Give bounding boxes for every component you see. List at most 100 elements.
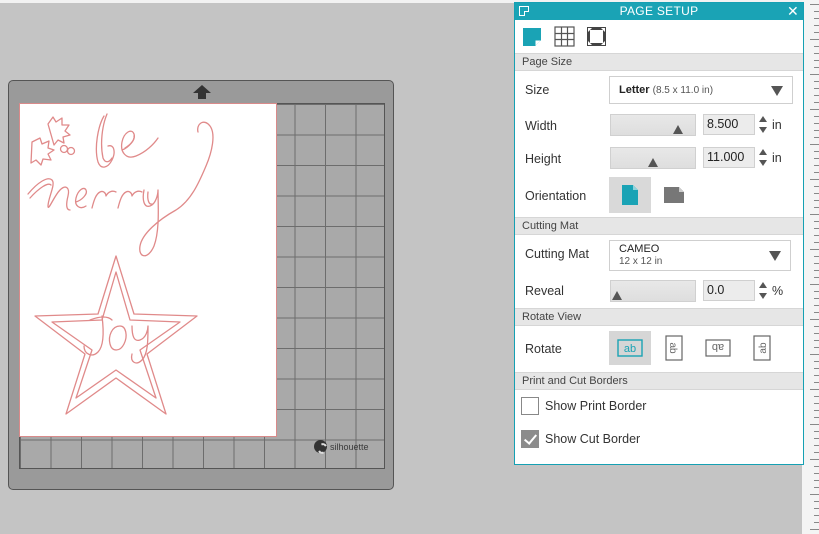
print-border-checkbox[interactable] <box>521 397 539 415</box>
chevron-down-icon <box>769 251 781 261</box>
ruler-tick <box>814 137 819 138</box>
width-stepper[interactable] <box>759 114 767 135</box>
height-input[interactable]: 11.000 <box>703 147 755 168</box>
close-icon[interactable]: ✕ <box>787 3 799 20</box>
stepper-up-icon[interactable] <box>759 282 767 288</box>
panel-title-bar[interactable]: PAGE SETUP ✕ <box>515 3 803 20</box>
registration-marks-icon[interactable] <box>553 26 575 48</box>
stepper-down-icon[interactable] <box>759 127 767 133</box>
landscape-icon <box>664 187 684 203</box>
size-label: Size <box>525 83 550 97</box>
width-input[interactable]: 8.500 <box>703 114 755 135</box>
ruler-tick <box>810 39 819 40</box>
rotate-90-button[interactable]: ab <box>653 331 695 365</box>
rotate-0-button[interactable]: ab <box>609 331 651 365</box>
panel-title: PAGE SETUP <box>619 4 699 18</box>
feed-direction-arrow-icon <box>193 85 211 99</box>
ruler-tick <box>814 53 819 54</box>
silhouette-logo-icon <box>314 440 327 453</box>
star-icon <box>34 255 198 415</box>
ruler-tick <box>814 81 819 82</box>
ruler-tick <box>814 186 819 187</box>
cut-border-label: Show Cut Border <box>545 432 641 446</box>
rotate-0-icon: ab <box>617 339 643 357</box>
ruler-tick <box>814 242 819 243</box>
cutting-mat-label: Cutting Mat <box>525 247 589 261</box>
slider-thumb[interactable] <box>673 125 684 134</box>
rotate-180-button[interactable]: ab <box>697 331 739 365</box>
ruler-tick <box>810 389 819 390</box>
design-artwork[interactable] <box>20 104 276 436</box>
width-label: Width <box>525 118 557 133</box>
width-slider[interactable] <box>610 114 696 136</box>
ruler-tick <box>814 193 819 194</box>
rotate-180-icon: ab <box>705 339 731 357</box>
stepper-down-icon[interactable] <box>759 160 767 166</box>
cutting-mat-row: Cutting Mat CAMEO 12 x 12 in <box>515 235 803 273</box>
ruler-tick <box>814 221 819 222</box>
print-border-row: Show Print Border <box>515 390 803 423</box>
silhouette-brand: silhouette <box>314 440 369 453</box>
width-row: Width 8.500 in <box>515 109 803 142</box>
size-dropdown[interactable]: Letter (8.5 x 11.0 in) <box>609 76 793 104</box>
reveal-slider[interactable] <box>610 280 696 302</box>
ruler-tick <box>814 326 819 327</box>
svg-text:ab: ab <box>667 342 678 354</box>
height-slider[interactable] <box>610 147 696 169</box>
page-setup-icon <box>519 6 529 16</box>
slider-thumb[interactable] <box>612 291 622 300</box>
orientation-row: Orientation <box>515 175 803 217</box>
ruler-tick <box>814 207 819 208</box>
section-page-size: Page Size <box>515 53 803 71</box>
cut-border-checkbox[interactable] <box>521 430 539 448</box>
stepper-down-icon[interactable] <box>759 293 767 299</box>
rotate-row: Rotate ab ab ab ab <box>515 326 803 372</box>
landscape-button[interactable] <box>653 177 695 213</box>
media-icon[interactable] <box>521 26 543 48</box>
ruler-tick <box>814 515 819 516</box>
stepper-up-icon[interactable] <box>759 149 767 155</box>
ruler-tick <box>814 445 819 446</box>
rotate-270-button[interactable]: ab <box>741 331 783 365</box>
cutting-mat-dropdown[interactable]: CAMEO 12 x 12 in <box>609 240 791 271</box>
ruler-tick <box>814 340 819 341</box>
slider-thumb[interactable] <box>648 158 658 167</box>
stepper-up-icon[interactable] <box>759 116 767 122</box>
reveal-unit: % <box>772 284 784 298</box>
ruler-tick <box>814 102 819 103</box>
ruler-tick <box>814 466 819 467</box>
ruler-tick <box>814 228 819 229</box>
page-setup-panel: PAGE SETUP ✕ Page Size Size Letter (8.5 … <box>514 2 804 465</box>
height-stepper[interactable] <box>759 147 767 168</box>
ruler-tick <box>814 11 819 12</box>
ruler-tick <box>810 144 819 145</box>
reveal-stepper[interactable] <box>759 280 767 301</box>
ruler-tick <box>814 67 819 68</box>
ruler-tick <box>814 508 819 509</box>
ruler-tick <box>814 256 819 257</box>
ruler-tick <box>814 25 819 26</box>
vertical-ruler[interactable] <box>802 0 819 534</box>
page-view-icon[interactable] <box>585 26 607 48</box>
ruler-tick <box>814 165 819 166</box>
paper-sheet[interactable] <box>19 103 277 437</box>
rotate-90-icon: ab <box>665 335 683 361</box>
section-rotate-view: Rotate View <box>515 308 803 326</box>
svg-text:ab: ab <box>758 342 769 354</box>
ruler-tick <box>814 18 819 19</box>
ruler-tick <box>814 298 819 299</box>
cutting-mat-value: CAMEO <box>619 243 660 255</box>
portrait-button[interactable] <box>609 177 651 213</box>
ruler-tick <box>814 361 819 362</box>
ruler-tick <box>814 410 819 411</box>
cut-border-row: Show Cut Border <box>515 423 803 456</box>
ruler-tick <box>814 270 819 271</box>
ruler-tick <box>814 452 819 453</box>
ruler-tick <box>810 74 819 75</box>
ruler-tick <box>814 375 819 376</box>
reveal-input[interactable]: 0.0 <box>703 280 755 301</box>
ruler-tick <box>814 368 819 369</box>
ruler-tick <box>814 396 819 397</box>
section-cutting-mat: Cutting Mat <box>515 217 803 235</box>
holly-leaf-icon <box>30 137 55 166</box>
